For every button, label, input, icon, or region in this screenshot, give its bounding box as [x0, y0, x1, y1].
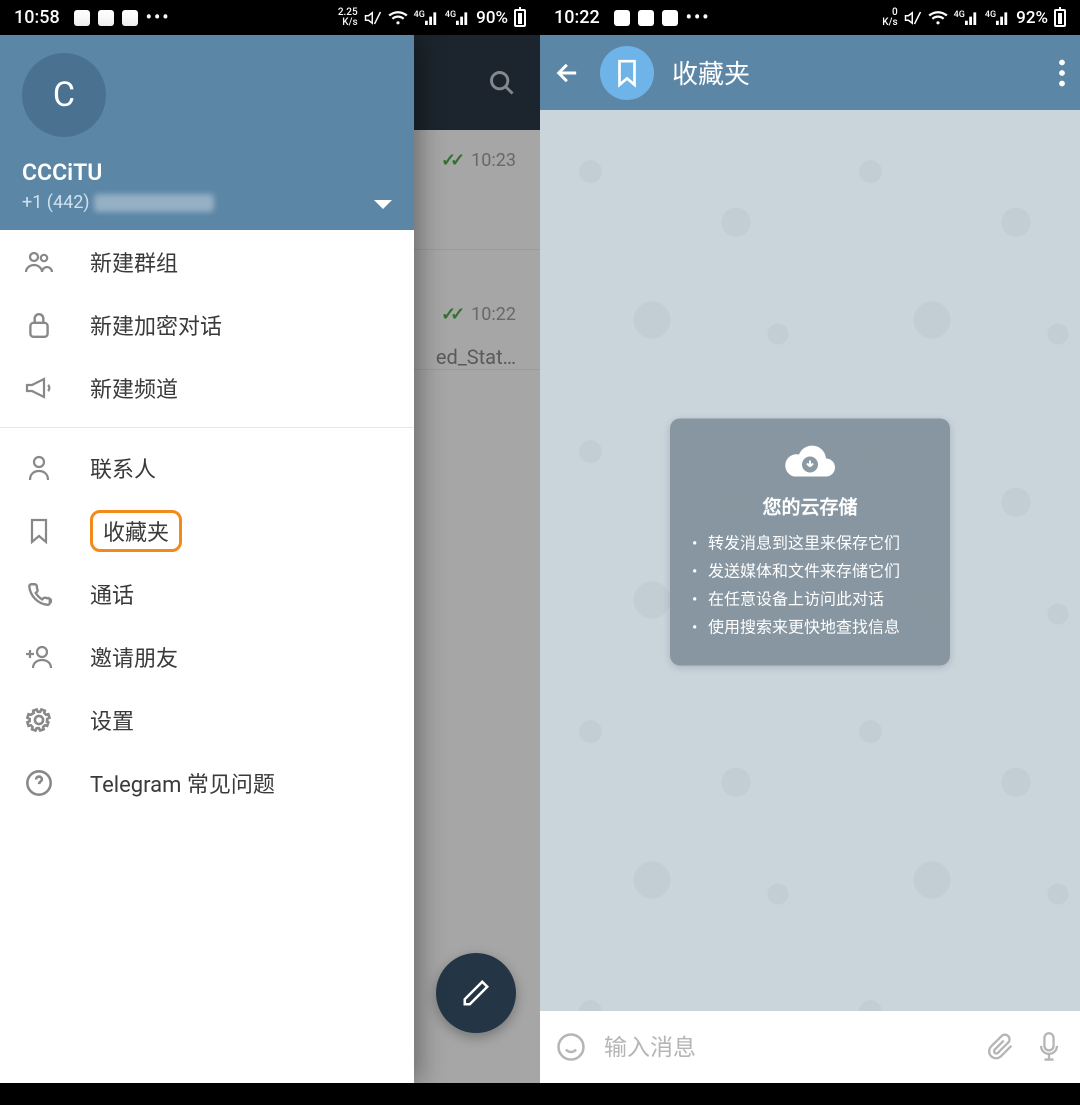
battery-percent: 90%	[476, 8, 508, 28]
divider	[0, 427, 414, 428]
mic-icon[interactable]	[1034, 1032, 1064, 1062]
drawer-list: 新建群组 新建加密对话 新建频道 联系人	[0, 230, 414, 1083]
back-button[interactable]	[554, 59, 582, 87]
kebab-menu-icon[interactable]	[1058, 59, 1066, 87]
drawer-item-invite[interactable]: 邀请朋友	[0, 625, 414, 688]
drawer-item-label: 通话	[90, 578, 134, 610]
wifi-icon	[928, 10, 948, 26]
emoji-icon[interactable]	[556, 1032, 586, 1062]
drawer-item-label: 设置	[90, 704, 134, 736]
mute-icon	[904, 9, 922, 27]
gear-icon	[24, 705, 54, 735]
app-icon-2	[98, 10, 114, 26]
avatar[interactable]: C	[22, 53, 106, 137]
left-phone: 10:58 ••• 2.25K/s 4G 4G	[0, 0, 540, 1105]
android-navbar	[540, 1083, 1080, 1105]
drawer-header[interactable]: C CCCiTU +1 (442)	[0, 35, 414, 230]
battery-icon	[1054, 9, 1066, 27]
app-icon-3	[662, 10, 678, 26]
drawer-item-label: 邀请朋友	[90, 641, 178, 673]
compose-button[interactable]	[436, 953, 516, 1033]
bookmark-icon	[24, 516, 54, 546]
tip-list: 转发消息到这里来保存它们 发送媒体和文件来存储它们 在任意设备上访问此对话 使用…	[692, 534, 928, 638]
tip-item: 发送媒体和文件来存储它们	[692, 562, 928, 582]
app-icon-2	[638, 10, 654, 26]
drawer-item-label: 收藏夹	[90, 510, 182, 552]
drawer-item-calls[interactable]: 通话	[0, 562, 414, 625]
status-time: 10:58	[14, 7, 60, 28]
signal-2: 4G	[985, 11, 1010, 25]
attach-icon[interactable]	[986, 1032, 1016, 1062]
app-icon-1	[614, 10, 630, 26]
drawer-item-new-channel[interactable]: 新建频道	[0, 356, 414, 419]
saved-messages-view: 收藏夹 您的云存储 转发消息到这里来保存它们 发送媒体和文件来存储它们 在任意设…	[540, 35, 1080, 1083]
right-phone: 10:22 ••• 0K/s 4G 4G	[540, 0, 1080, 1105]
drawer-item-label: 新建群组	[90, 246, 178, 278]
drawer-item-label: 新建频道	[90, 372, 178, 404]
battery-percent: 92%	[1016, 8, 1048, 28]
statusbar: 10:58 ••• 2.25K/s 4G 4G	[0, 0, 540, 35]
account-name: CCCiTU	[22, 159, 392, 186]
drawer-item-new-group[interactable]: 新建群组	[0, 230, 414, 293]
chat-title: 收藏夹	[672, 54, 750, 91]
saved-avatar[interactable]	[600, 46, 654, 100]
help-icon	[24, 768, 54, 798]
tip-item: 使用搜索来更快地查找信息	[692, 618, 928, 638]
person-icon	[24, 453, 54, 483]
message-input[interactable]	[604, 1034, 968, 1061]
drawer-item-saved[interactable]: 收藏夹	[0, 499, 414, 562]
cloud-storage-tip: 您的云存储 转发消息到这里来保存它们 发送媒体和文件来存储它们 在任意设备上访问…	[670, 419, 950, 666]
app-icon-3	[122, 10, 138, 26]
expand-account-icon[interactable]	[374, 200, 392, 212]
account-phone: +1 (442)	[22, 192, 392, 213]
chat-header: 收藏夹	[540, 35, 1080, 110]
statusbar: 10:22 ••• 0K/s 4G 4G	[540, 0, 1080, 35]
drawer-item-faq[interactable]: Telegram 常见问题	[0, 751, 414, 814]
more-icon: •••	[686, 7, 711, 28]
drawer-item-label: Telegram 常见问题	[90, 767, 275, 799]
phone-icon	[24, 579, 54, 609]
app-icon-1	[74, 10, 90, 26]
mute-icon	[364, 9, 382, 27]
drawer-item-label: 新建加密对话	[90, 309, 222, 341]
drawer-item-label: 联系人	[90, 452, 156, 484]
net-speed: 2.25K/s	[338, 8, 358, 28]
group-icon	[24, 247, 54, 277]
signal-1: 4G	[414, 11, 439, 25]
drawer-item-contacts[interactable]: 联系人	[0, 436, 414, 499]
drawer-item-settings[interactable]: 设置	[0, 688, 414, 751]
tip-item: 转发消息到这里来保存它们	[692, 534, 928, 554]
battery-icon	[514, 9, 526, 27]
message-input-bar	[540, 1011, 1080, 1083]
tip-title: 您的云存储	[692, 493, 928, 520]
android-navbar	[0, 1083, 540, 1105]
more-icon: •••	[146, 7, 171, 28]
chat-body[interactable]: 您的云存储 转发消息到这里来保存它们 发送媒体和文件来存储它们 在任意设备上访问…	[540, 110, 1080, 1011]
cloud-download-icon	[692, 441, 928, 483]
status-time: 10:22	[554, 7, 600, 28]
lock-icon	[24, 310, 54, 340]
signal-2: 4G	[445, 11, 470, 25]
drawer-item-new-secret-chat[interactable]: 新建加密对话	[0, 293, 414, 356]
tip-item: 在任意设备上访问此对话	[692, 590, 928, 610]
megaphone-icon	[24, 373, 54, 403]
nav-drawer: C CCCiTU +1 (442) 新建群组 新建加密对话	[0, 35, 414, 1083]
net-speed: 0K/s	[882, 8, 897, 28]
signal-1: 4G	[954, 11, 979, 25]
invite-icon	[24, 642, 54, 672]
wifi-icon	[388, 10, 408, 26]
